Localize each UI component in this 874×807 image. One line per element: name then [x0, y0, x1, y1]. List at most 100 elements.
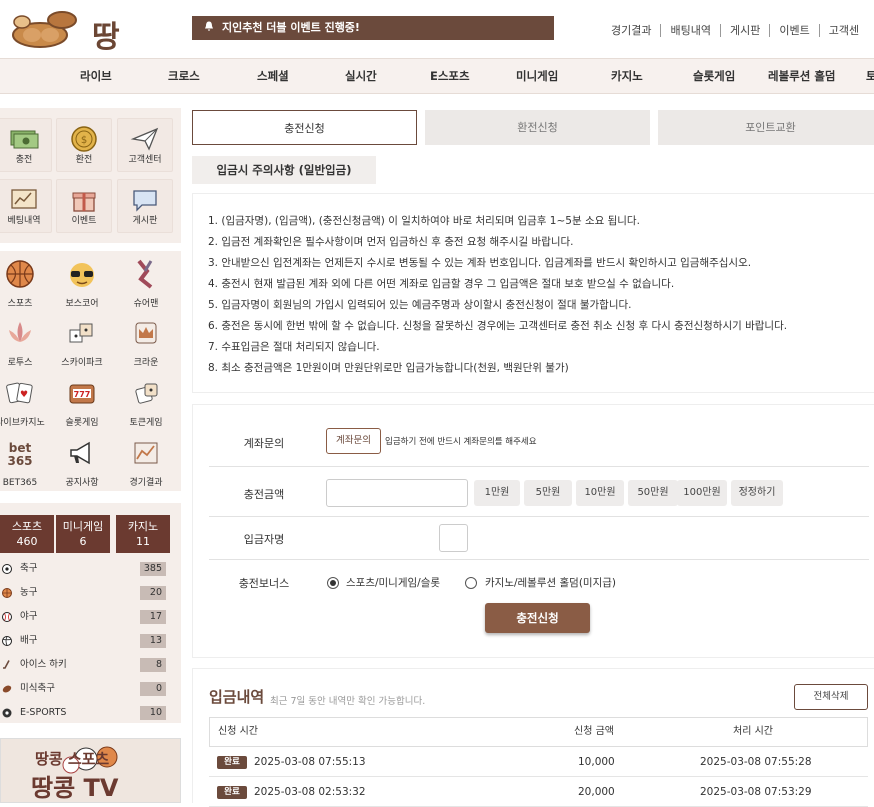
- game-token[interactable]: 토큰게임: [118, 374, 174, 430]
- game-live-casino-label: 라이브카지노: [0, 418, 45, 428]
- basketball-icon: [6, 260, 34, 288]
- table-row[interactable]: 완료 2025-03-08 07:55:13 10,000 2025-03-08…: [209, 747, 868, 777]
- quick-support[interactable]: 고객센터: [117, 118, 173, 172]
- nav-cross[interactable]: 크로스: [168, 59, 200, 93]
- sport-name: 미식축구: [20, 683, 55, 694]
- sport-name: 축구: [20, 563, 38, 574]
- rule-item: 7. 수표입금은 절대 처리되지 않습니다.: [208, 341, 380, 353]
- bonus-option-sports-radio[interactable]: [327, 577, 339, 589]
- history-title: 입금내역: [209, 688, 265, 706]
- game-boscore[interactable]: 보스코어: [54, 255, 110, 311]
- game-sureman[interactable]: 슈어맨: [118, 255, 174, 311]
- count-tab-casino[interactable]: 카지노 11: [116, 515, 170, 553]
- bell-icon: [205, 21, 213, 31]
- bonus-option-casino-radio[interactable]: [465, 577, 477, 589]
- sport-row-football[interactable]: 미식축구 0: [0, 678, 172, 700]
- game-lotus[interactable]: 로투스: [0, 314, 48, 370]
- game-slot[interactable]: 777 슬롯게임: [54, 374, 110, 430]
- amount-500k-button[interactable]: 50만원: [628, 480, 678, 506]
- nav-casino[interactable]: 카지노: [611, 59, 643, 93]
- bonus-option-sports-label[interactable]: 스포츠/미니게임/슬롯: [346, 575, 440, 590]
- game-sports[interactable]: 스포츠: [0, 255, 48, 311]
- nav-esports[interactable]: E스포츠: [430, 59, 470, 93]
- promo-banner-title: 땅콩 스포츠: [35, 750, 110, 768]
- game-live-casino[interactable]: ♥ 라이브카지노: [0, 374, 48, 430]
- deposit-history: 입금내역 최근 7일 동안 내역만 확인 가능합니다. 전체삭제 신청 시간 신…: [192, 668, 874, 807]
- bet365-logo-icon: bet365: [7, 441, 32, 468]
- top-link-board[interactable]: 게시판: [719, 24, 770, 37]
- top-link-event[interactable]: 이벤트: [769, 24, 819, 37]
- sport-row-baseball[interactable]: 야구 17: [0, 606, 172, 628]
- amount-reset-button[interactable]: 정정하기: [731, 480, 783, 506]
- tab-withdraw[interactable]: 환전신청: [425, 110, 650, 145]
- nav-realtime[interactable]: 실시간: [345, 59, 377, 93]
- quick-withdraw[interactable]: $ 환전: [56, 118, 112, 172]
- bonus-option-casino-label[interactable]: 카지노/레볼루션 홀덤(미지급): [485, 575, 616, 590]
- nav-slot[interactable]: 슬롯게임: [693, 59, 735, 93]
- submit-deposit-button[interactable]: 충전신청: [485, 603, 590, 633]
- divider: [209, 466, 869, 467]
- megaphone-icon: [70, 441, 90, 465]
- count-tab-casino-value: 11: [136, 535, 150, 548]
- depositor-input[interactable]: [439, 524, 468, 552]
- amount-label: 충전금액: [243, 488, 285, 501]
- svg-text:bet: bet: [9, 441, 32, 455]
- game-crown[interactable]: 크라운: [118, 314, 174, 370]
- nav-holdem[interactable]: 레볼루션 홀덤: [768, 59, 835, 93]
- line-chart-icon: [134, 442, 158, 464]
- promo-banner[interactable]: 땅콩 스포츠 땅콩 TV: [0, 738, 181, 803]
- quick-support-label: 고객센터: [128, 155, 162, 165]
- game-skypark-label: 스카이파크: [61, 358, 103, 368]
- tab-point-exchange[interactable]: 포인트교환: [658, 110, 874, 145]
- game-token-label: 토큰게임: [129, 418, 163, 428]
- quick-deposit[interactable]: 충전: [0, 118, 52, 172]
- top-link-bets[interactable]: 배팅내역: [660, 24, 720, 37]
- quick-bets[interactable]: 베팅내역: [0, 179, 52, 233]
- amount-100k-button[interactable]: 10만원: [576, 480, 624, 506]
- sport-name: 배구: [20, 635, 38, 646]
- top-link-support[interactable]: 고객센: [818, 24, 869, 37]
- amount-1m-button[interactable]: 100만원: [677, 480, 727, 506]
- quick-event[interactable]: 이벤트: [56, 179, 112, 233]
- tab-deposit[interactable]: 충전신청: [192, 110, 417, 145]
- count-tab-sports[interactable]: 스포츠 460: [0, 515, 54, 553]
- game-results[interactable]: 경기결과: [118, 434, 174, 490]
- game-notice[interactable]: 공지사항: [54, 434, 110, 490]
- sport-name: 아이스 하키: [20, 659, 67, 670]
- nav-live[interactable]: 라이브: [80, 59, 112, 93]
- playing-cards-icon: ♥: [6, 382, 33, 404]
- game-bet365[interactable]: bet 365 BET365: [0, 434, 48, 490]
- sport-count: 385: [140, 562, 166, 576]
- sport-row-volleyball[interactable]: 배구 13: [0, 630, 172, 652]
- delete-all-button[interactable]: 전체삭제: [794, 684, 868, 710]
- deposit-rules: 1. (입금자명), (입금액), (충전신청금액) 이 일치하여야 바로 처리…: [192, 193, 874, 393]
- top-link-results[interactable]: 경기결과: [605, 24, 660, 37]
- rule-item: 4. 충전시 현재 발급된 계좌 외에 다른 어떤 계좌로 입금할 경우 그 입…: [208, 278, 675, 290]
- promo-banner-subtitle: 땅콩 TV: [31, 774, 119, 802]
- rule-item: 6. 충전은 동시에 한번 밖에 할 수 없습니다. 신청을 잘못하신 경우에는…: [208, 320, 788, 332]
- nav-special[interactable]: 스페셜: [257, 59, 289, 93]
- nav-minigame[interactable]: 미니게임: [516, 59, 558, 93]
- amount-50k-button[interactable]: 5만원: [524, 480, 572, 506]
- account-inquiry-button[interactable]: 계좌문의: [326, 428, 381, 454]
- amount-input[interactable]: [326, 479, 468, 507]
- quick-board[interactable]: 게시판: [117, 179, 173, 233]
- amount-10k-button[interactable]: 1만원: [474, 480, 520, 506]
- sport-row-soccer[interactable]: 축구 385: [0, 558, 172, 580]
- sport-row-basketball[interactable]: 농구 20: [0, 582, 172, 604]
- history-subtitle: 최근 7일 동안 내역만 확인 가능합니다.: [270, 696, 426, 707]
- nav-more[interactable]: 토: [866, 59, 874, 93]
- quick-board-label: 게시판: [132, 216, 158, 226]
- site-logo[interactable]: 땅콩: [10, 8, 150, 99]
- account-note: 입금하기 전에 반드시 계좌문의를 해주세요: [385, 437, 537, 447]
- game-skypark[interactable]: 스카이파크: [54, 314, 110, 370]
- notice-bar[interactable]: 지인추천 더블 이벤트 진행중!: [192, 16, 554, 40]
- count-tab-minigame[interactable]: 미니게임 6: [56, 515, 110, 553]
- svg-text:365: 365: [7, 454, 32, 468]
- game-sureman-label: 슈어맨: [133, 299, 159, 309]
- cash-icon: [10, 130, 39, 149]
- requested-amount: 10,000: [578, 756, 615, 768]
- svg-text:♥: ♥: [20, 390, 28, 400]
- sport-row-icehockey[interactable]: 아이스 하키 8: [0, 654, 172, 676]
- sport-row-esports[interactable]: E-SPORTS 10: [0, 702, 172, 724]
